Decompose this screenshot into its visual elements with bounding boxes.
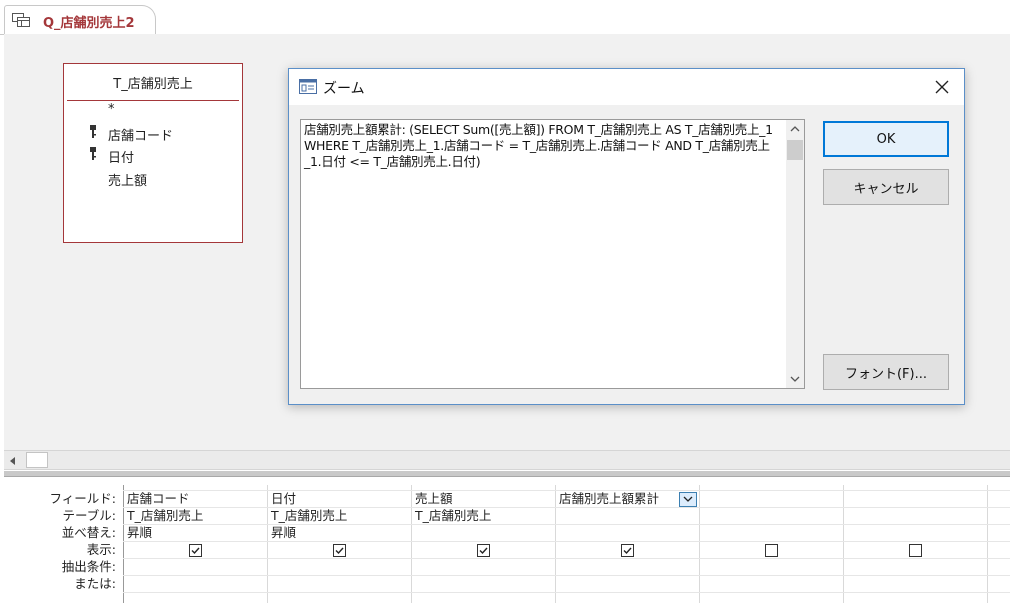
query-tab-label: Q_店舗別売上2 [43,16,135,31]
checkmark-icon [623,547,632,555]
field-dropdown-button[interactable] [679,492,697,507]
primary-key-icon [90,147,96,160]
show-checkbox[interactable] [333,544,346,557]
grid-divider [123,575,1010,576]
grid-divider [123,541,1010,542]
grid-divider [411,485,412,603]
field-list-item-sales[interactable]: 売上額 [108,170,147,189]
show-checkbox[interactable] [765,544,778,557]
field-list-item-date[interactable]: 日付 [108,147,134,166]
zoom-dialog-icon [299,79,317,94]
zoom-dialog: ズーム 店舗別売上額累計: (SELECT Sum([売上額]) FROM T_… [288,68,965,405]
grid-row-label-criteria: 抽出条件: [61,559,116,574]
chevron-left-icon[interactable] [6,454,20,468]
show-checkbox[interactable] [909,544,922,557]
field-list-item-all[interactable]: * [108,102,115,117]
grid-cell-field[interactable]: 店舗コード [127,491,190,507]
grid-divider [555,485,556,603]
grid-row-label-table: テーブル: [62,508,116,523]
grid-divider [123,485,124,603]
checkmark-icon [335,547,344,555]
show-checkbox[interactable] [477,544,490,557]
zoom-text-scrollbar[interactable] [786,120,804,388]
document-tab-strip: Q_店舗別売上2 [0,0,1010,35]
grid-divider [123,507,1010,508]
close-icon[interactable] [930,75,954,99]
chevron-down-icon[interactable] [788,372,802,386]
grid-divider [123,558,1010,559]
grid-cell-table[interactable]: T_店舗別売上 [127,508,203,524]
zoom-text-area[interactable]: 店舗別売上額累計: (SELECT Sum([売上額]) FROM T_店舗別売… [300,119,805,389]
grid-divider [123,524,1010,525]
primary-key-icon [90,125,96,138]
grid-cell-field[interactable]: 店舗別売上額累計 [559,491,659,507]
grid-row-label-sort: 並べ替え: [61,525,116,540]
grid-divider [699,485,700,603]
show-checkbox[interactable] [621,544,634,557]
zoom-dialog-title: ズーム [323,81,365,97]
grid-cell-field[interactable]: 売上額 [415,491,453,507]
grid-cell-table[interactable]: T_店舗別売上 [415,508,491,524]
zoom-dialog-titlebar[interactable]: ズーム [289,69,964,105]
grid-divider [123,592,1010,593]
query-tab[interactable]: Q_店舗別売上2 [4,5,156,34]
checkmark-icon [479,547,488,555]
grid-cell-sort[interactable]: 昇順 [127,525,152,541]
grid-cell-table[interactable]: T_店舗別売上 [271,508,347,524]
font-button[interactable]: フォント(F)... [823,354,949,390]
cancel-button[interactable]: キャンセル [823,169,949,205]
field-list-item-store-code[interactable]: 店舗コード [108,125,173,144]
ok-button[interactable]: OK [823,121,949,157]
chevron-up-icon[interactable] [788,122,802,136]
grid-row-label-field: フィールド: [49,491,116,506]
zoom-expression-text: 店舗別売上額累計: (SELECT Sum([売上額]) FROM T_店舗別売… [304,122,773,169]
chevron-down-icon [683,496,693,502]
grid-divider [843,485,844,603]
design-area-hscrollbar[interactable] [4,450,1010,470]
grid-cell-field[interactable]: 日付 [271,491,296,507]
grid-divider [267,485,268,603]
query-icon [12,13,30,27]
grid-divider [987,485,988,603]
table-field-list-divider [67,100,239,101]
scrollbar-thumb[interactable] [26,452,48,468]
table-field-list-title: T_店舗別売上 [113,77,193,92]
table-field-list[interactable]: T_店舗別売上 * 店舗コード 日付 売上額 [63,63,243,243]
grid-cell-sort[interactable]: 昇順 [271,525,296,541]
show-checkbox[interactable] [189,544,202,557]
scrollbar-thumb[interactable] [787,140,803,160]
checkmark-icon [191,547,200,555]
grid-row-label-or: または: [74,576,116,591]
grid-row-label-show: 表示: [86,542,116,557]
